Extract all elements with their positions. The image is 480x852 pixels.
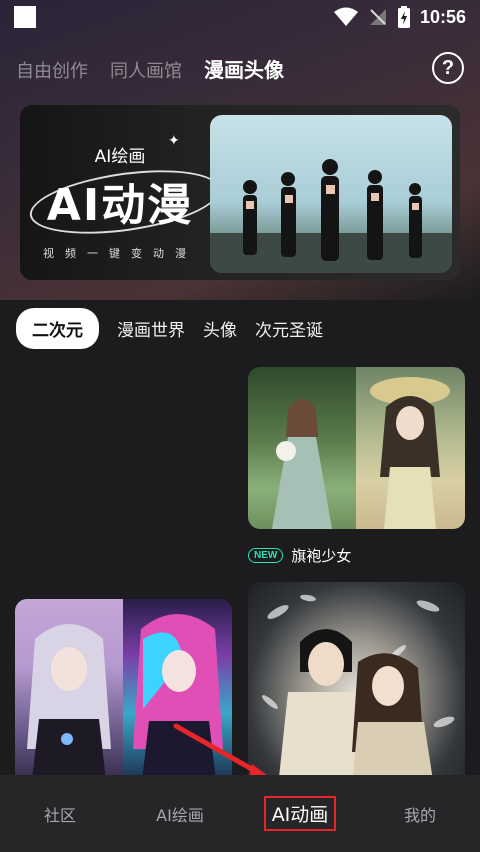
card-photo-styled xyxy=(356,367,465,529)
banner-text: ✦ ✦ AI绘画 AI动漫 视频一键变动漫 xyxy=(20,105,220,280)
nav-community[interactable]: 社区 xyxy=(0,802,120,826)
tab-free-creation[interactable]: 自由创作 xyxy=(16,57,88,83)
card-title-row: NEW 旗袍少女 xyxy=(248,545,351,566)
help-button[interactable]: ? xyxy=(432,52,464,84)
category-chips: 二次元 漫画世界 头像 次元圣诞 xyxy=(16,308,323,349)
card-title: 旗袍少女 xyxy=(291,547,352,565)
tab-comic-avatar[interactable]: 漫画头像 xyxy=(204,54,284,83)
chip-avatar[interactable]: 头像 xyxy=(203,316,237,341)
chip-comic-world[interactable]: 漫画世界 xyxy=(117,316,185,341)
status-time: 10:56 xyxy=(419,6,466,27)
chip-christmas[interactable]: 次元圣诞 xyxy=(255,316,323,341)
banner-tagline: 视频一键变动漫 xyxy=(43,247,197,260)
chip-anime[interactable]: 二次元 xyxy=(16,308,99,349)
nav-ai-animation[interactable]: AI动画 xyxy=(240,796,360,831)
banner-subtitle: AI绘画 xyxy=(94,147,146,167)
nav-mine[interactable]: 我的 xyxy=(360,802,480,826)
style-card-qipao[interactable] xyxy=(248,367,465,529)
nav-ai-drawing[interactable]: AI绘画 xyxy=(120,802,240,826)
sparkle-icon: ✦ xyxy=(168,133,180,149)
tab-fan-gallery[interactable]: 同人画馆 xyxy=(110,57,182,83)
new-badge: NEW xyxy=(248,548,284,563)
bottom-nav: 社区 AI绘画 AI动画 我的 xyxy=(0,775,480,852)
card-photo-original xyxy=(248,367,356,529)
banner-image xyxy=(210,115,452,273)
nav-ai-animation-label: AI动画 xyxy=(263,796,337,831)
banner-title: AI动漫 xyxy=(47,169,193,233)
notification-icon xyxy=(14,6,36,28)
promo-banner[interactable]: ✦ ✦ AI绘画 AI动漫 视频一键变动漫 xyxy=(20,105,460,280)
status-bar: 10:56 xyxy=(0,0,480,34)
wifi-icon xyxy=(333,7,358,27)
no-signal-icon xyxy=(368,7,388,27)
card-photo-original xyxy=(15,599,123,789)
top-tabs: 自由创作 同人画馆 漫画头像 xyxy=(16,54,284,83)
battery-charging-icon xyxy=(397,6,410,28)
